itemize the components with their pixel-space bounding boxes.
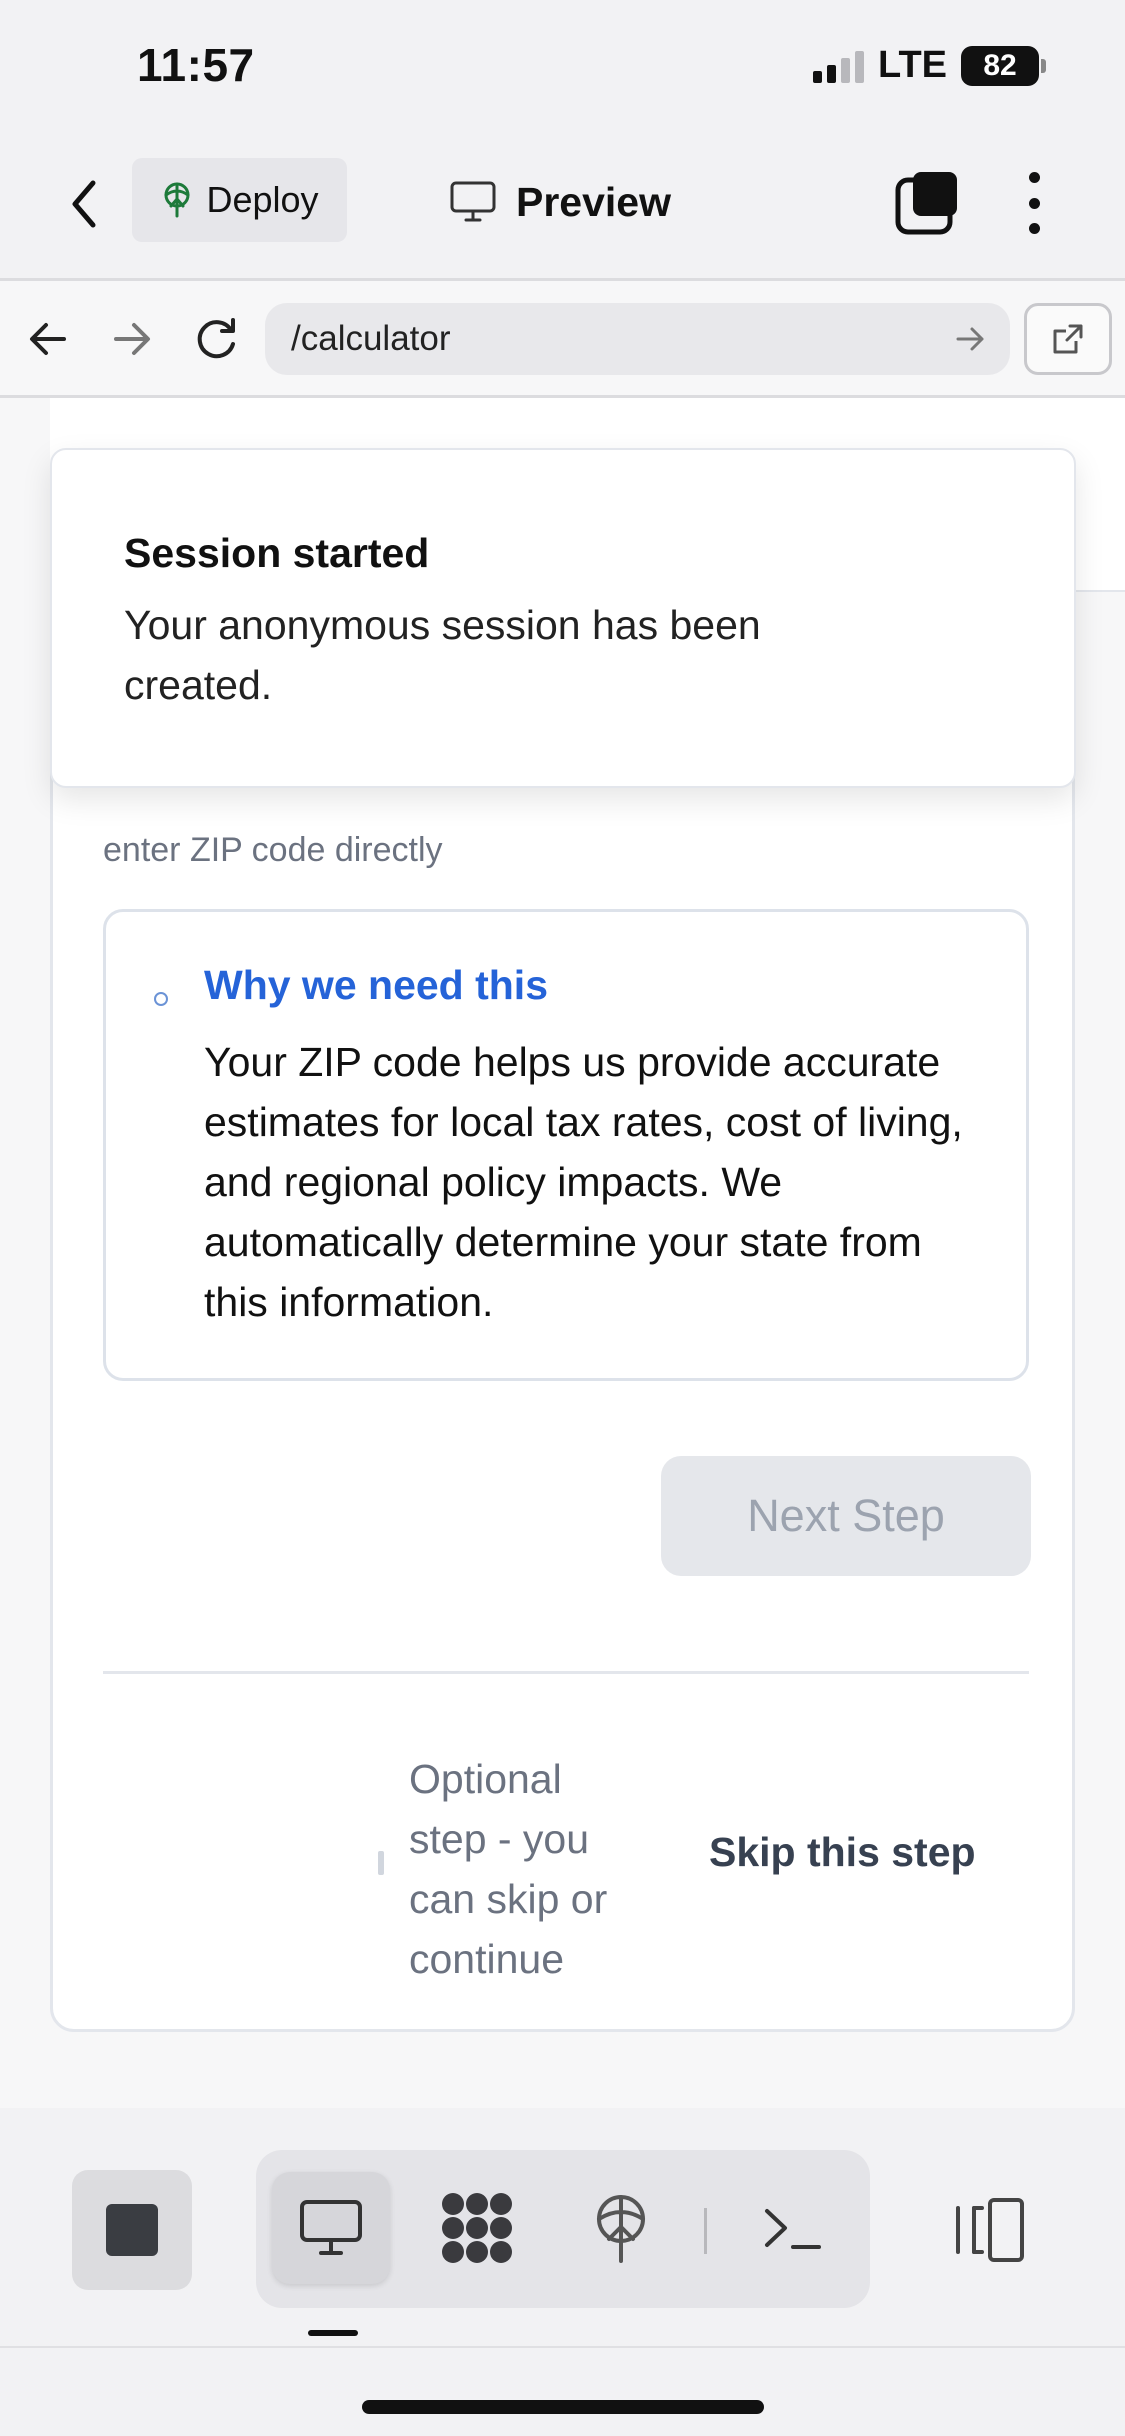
arrow-right-icon (114, 323, 150, 355)
browser-forward-button[interactable] (104, 311, 160, 367)
deploy-icon (597, 2195, 645, 2263)
optional-step-text: Optional step - you can skip or continue (409, 1756, 608, 1982)
toolbar-separator (704, 2208, 707, 2254)
deploy-tool-button[interactable] (562, 2172, 680, 2284)
browser-back-button[interactable] (20, 311, 76, 367)
browser-bar: /calculator (0, 278, 1125, 398)
info-icon (154, 992, 168, 1006)
bottom-toolbar (0, 2108, 1125, 2346)
info-box: Why we need this Your ZIP code helps us … (103, 909, 1029, 1381)
skip-step-button[interactable]: Skip this step (709, 1829, 976, 1876)
status-bar: 11:57 LTE 82 (0, 0, 1125, 130)
deploy-button[interactable]: Deploy (132, 158, 347, 242)
status-time: 11:57 (137, 39, 255, 91)
url-field[interactable]: /calculator (265, 303, 1010, 375)
optional-indicator (378, 1851, 384, 1875)
layers-button[interactable] (895, 168, 965, 238)
monitor-icon (450, 181, 496, 222)
back-button[interactable] (60, 172, 108, 236)
apps-button[interactable] (418, 2172, 536, 2284)
go-arrow-icon (956, 327, 984, 351)
session-toast: Session started Your anonymous session h… (50, 448, 1076, 788)
app-bar: Deploy Preview (0, 130, 1125, 278)
layers-icon (895, 172, 957, 235)
open-external-button[interactable] (1024, 303, 1112, 375)
arrow-left-icon (30, 323, 66, 355)
terminal-icon (765, 2209, 821, 2249)
desktop-icon (300, 2200, 362, 2255)
status-indicators: LTE 82 (813, 44, 1046, 87)
external-link-icon (1053, 324, 1083, 354)
battery-icon: 82 (961, 45, 1046, 86)
divider (103, 1671, 1029, 1674)
preview-button[interactable]: Preview (450, 160, 671, 244)
apps-icon (442, 2193, 512, 2263)
toast-title: Session started (124, 530, 430, 576)
preview-label: Preview (516, 178, 671, 225)
info-body: Your ZIP code helps us provide accurate … (204, 1039, 963, 1325)
stop-button[interactable] (72, 2170, 192, 2290)
home-area (0, 2346, 1125, 2436)
panel-icon[interactable] (950, 2194, 1030, 2266)
home-indicator[interactable] (362, 2400, 764, 2414)
toast-body: Your anonymous session has been created. (124, 602, 761, 708)
desktop-view-button[interactable] (272, 2172, 390, 2284)
chevron-left-icon (72, 180, 96, 228)
zip-hint: enter ZIP code directly (103, 831, 443, 869)
terminal-button[interactable] (734, 2172, 852, 2284)
active-tab-indicator (308, 2330, 358, 2336)
info-title: Why we need this (204, 962, 548, 1008)
view-switcher (256, 2150, 870, 2308)
network-label: LTE (878, 44, 947, 86)
reload-button[interactable] (188, 311, 244, 367)
reload-icon (197, 318, 235, 359)
next-step-button[interactable]: Next Step (661, 1456, 1031, 1576)
url-text: /calculator (291, 319, 451, 358)
stop-icon (106, 2204, 158, 2256)
deploy-icon (164, 182, 190, 218)
deploy-label: Deploy (206, 179, 319, 220)
signal-icon (813, 49, 865, 83)
more-options-icon[interactable] (1016, 168, 1052, 238)
